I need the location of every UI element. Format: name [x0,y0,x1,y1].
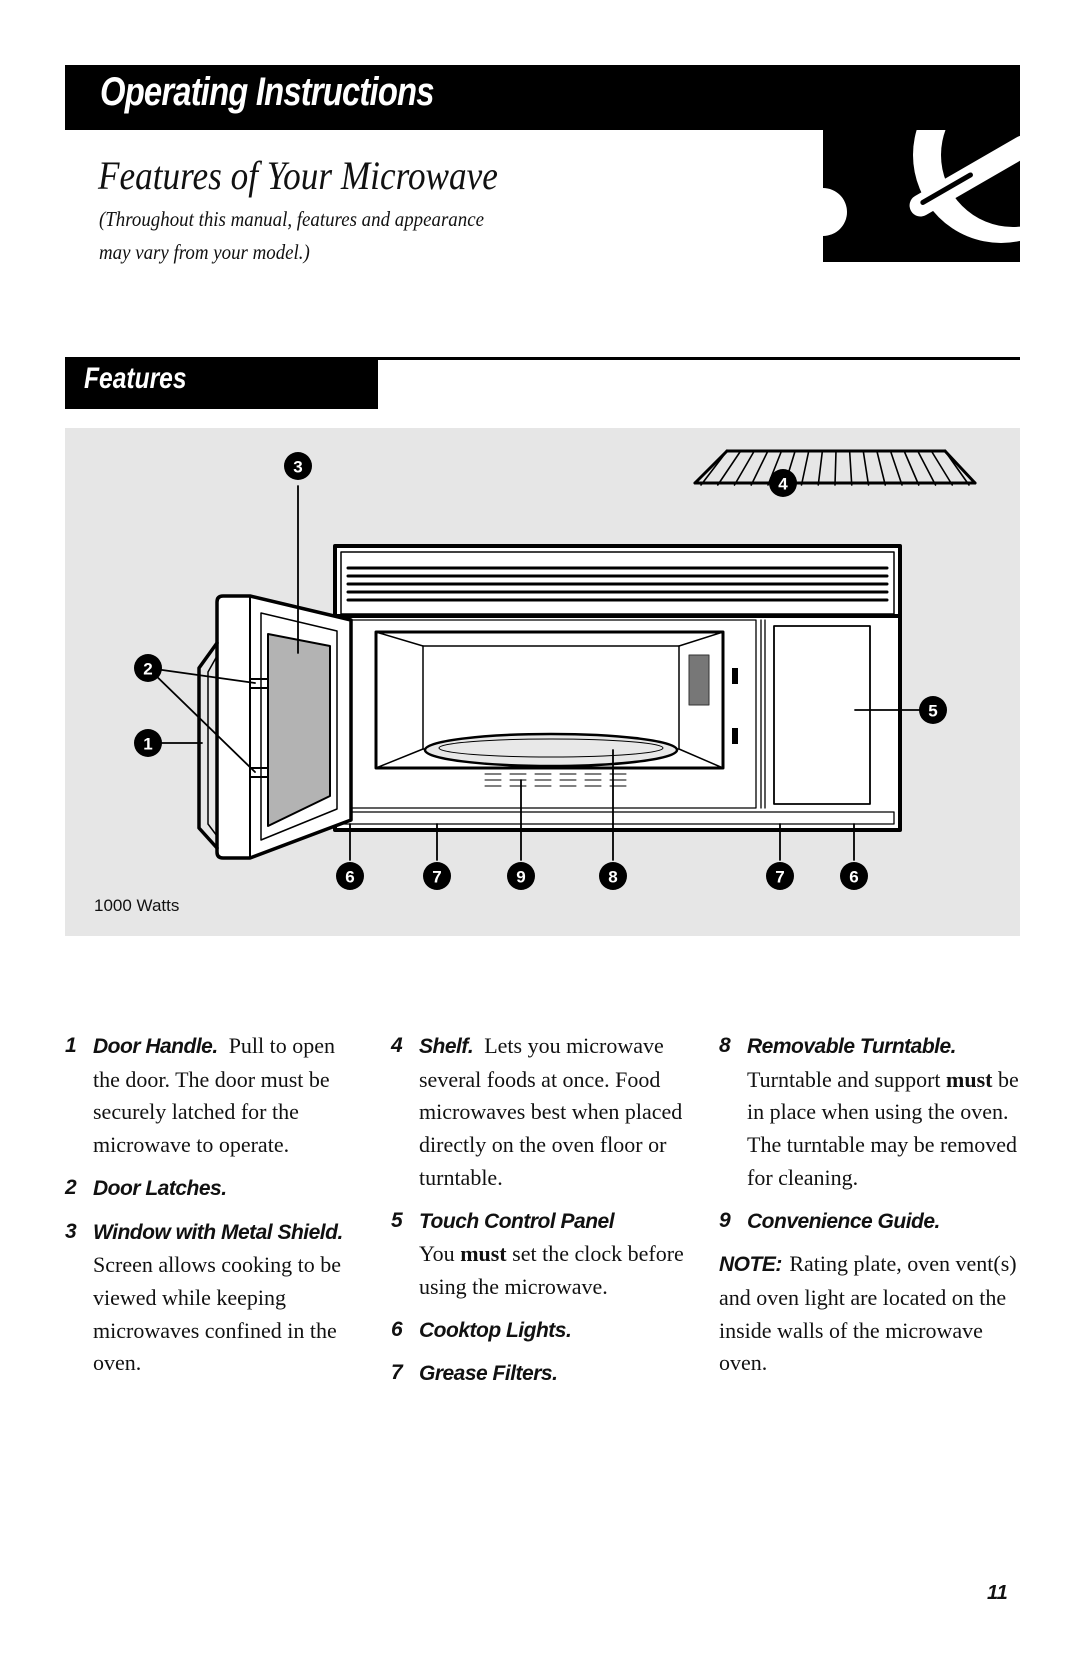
subtitle-line: may vary from your model.) [99,240,310,264]
feature-item-grease-filters: 7 Grease Filters. [391,1357,701,1391]
shelf-rod [889,450,903,486]
callout-number: 3 [293,458,302,477]
callout-badge-5: 5 [919,696,947,724]
page-title: Features of Your Microwave [98,153,498,198]
item-label: Cooktop Lights. [419,1318,572,1342]
item-label: Shelf. [419,1035,474,1058]
item-label: Door Handle. [93,1035,218,1058]
callout-number: 4 [778,475,788,494]
microwave-illustration: 1 2 3 4 5 6 7 9 8 7 6 [134,449,977,890]
callout-number: 7 [775,868,784,887]
callout-badge-3: 3 [284,452,312,480]
callout-badge-9: 9 [507,862,535,890]
item-label: Door Latches. [93,1176,227,1200]
item-description-emphasis: must [460,1241,507,1267]
item-label: Convenience Guide. [747,1209,940,1233]
feature-column-1: 1 Door Handle. Pull to open the door. Th… [65,1030,365,1390]
item-label: Grease Filters. [419,1362,558,1386]
feature-item-touch-control-panel: 5 Touch Control Panel You must set the c… [391,1205,701,1304]
item-number: 3 [65,1219,77,1243]
shelf-illustration [693,449,977,486]
page-number: 11 [987,1582,1008,1604]
feature-item-shelf: 4 Shelf. Lets you microwave several food… [391,1030,701,1195]
callout-badge-8: 8 [599,862,627,890]
callout-badge-2: 2 [134,654,162,682]
feature-item-convenience-guide: 9 Convenience Guide. [719,1205,1019,1239]
callout-number: 2 [143,660,152,679]
feature-item-door-latches: 2 Door Latches. [65,1172,365,1206]
item-number: 2 [65,1175,77,1199]
item-description: Screen allows cooking to be viewed while… [93,1252,342,1376]
feature-item-door-handle: 1 Door Handle. Pull to open the door. Th… [65,1030,365,1162]
shelf-rod [848,450,853,486]
item-description-emphasis: must [946,1066,993,1092]
callout-badge-7: 7 [423,862,451,890]
section-header-title: Operating Instructions [100,70,435,114]
shelf-rod [903,450,920,486]
wattage-label: 1000 Watts [94,896,180,915]
callout-badge-1: 1 [134,729,162,757]
feature-column-3: 8 Removable Turntable. Turntable and sup… [719,1030,1019,1380]
feature-item-turntable: 8 Removable Turntable. Turntable and sup… [719,1030,1019,1195]
page-subtitle: (Throughout this manual, features and ap… [99,203,484,269]
item-number: 8 [719,1034,731,1057]
item-number: 9 [719,1208,731,1232]
item-number: 4 [391,1034,403,1057]
callout-number: 1 [143,735,152,754]
shelf-rod [750,450,769,486]
item-number: 1 [65,1034,77,1057]
item-description-pre: Turntable and support [747,1066,941,1092]
item-number: 7 [391,1361,403,1385]
shelf-rod [862,450,870,486]
callout-number: 8 [608,868,617,887]
callout-number: 9 [516,868,525,887]
callout-number: 5 [928,702,937,721]
feature-item-cooktop-lights: 6 Cooktop Lights. [391,1314,701,1348]
shelf-rod [916,450,937,486]
feature-item-window: 3 Window with Metal Shield. Screen allow… [65,1216,365,1381]
microwave-diagram: 1 2 3 4 5 6 7 9 8 7 6 [65,428,1020,936]
dial-graphic [823,130,1020,262]
subtitle-line: (Throughout this manual, features and ap… [99,207,484,231]
callout-badge-6: 6 [336,862,364,890]
callout-badge-6: 6 [840,862,868,890]
item-label: Touch Control Panel [419,1209,615,1233]
item-number: 5 [391,1208,403,1232]
item-description-post: set the clock before using the microwave… [419,1241,684,1299]
note-paragraph: NOTE: Rating plate, oven vent(s) and ove… [719,1248,1019,1380]
item-number: 6 [391,1317,403,1341]
shelf-rod [800,450,810,486]
callout-badge-4: 4 [769,469,797,497]
features-section-title: Features [84,362,187,395]
dial-icon [823,130,1020,243]
item-label: Window with Metal Shield. [93,1220,343,1244]
callout-badge-7: 7 [766,862,794,890]
callout-number: 6 [849,868,858,887]
shelf-rod [700,450,728,486]
callout-number: 7 [432,868,441,887]
item-description-pre: You [419,1241,455,1267]
shelf-rod [834,450,837,486]
shelf-rod [876,450,887,486]
item-label: Removable Turntable. [747,1035,957,1058]
shelf-rod [817,450,824,486]
feature-column-2: 4 Shelf. Lets you microwave several food… [391,1030,701,1401]
note-label: NOTE: [719,1253,782,1277]
callout-number: 6 [345,868,354,887]
